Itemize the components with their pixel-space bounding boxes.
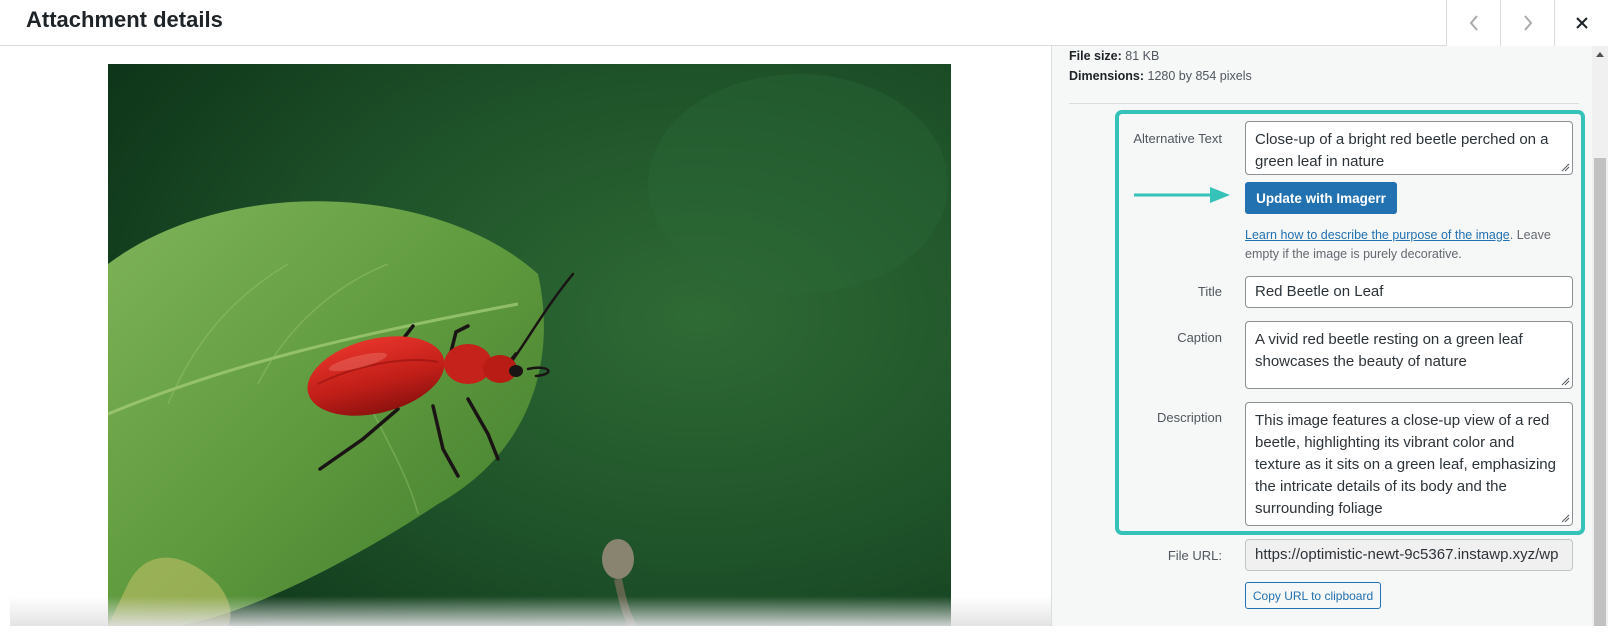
file-url-field[interactable]: https://optimistic-newt-9c5367.instawp.x…: [1245, 539, 1573, 571]
image-preview-pane: [10, 46, 1051, 626]
next-button[interactable]: [1500, 0, 1554, 46]
caption-value: A vivid red beetle resting on a green le…: [1255, 331, 1523, 370]
attachment-image: [108, 64, 951, 626]
chevron-left-icon: [1469, 15, 1478, 31]
resize-handle-icon[interactable]: [1561, 163, 1570, 172]
dimensions-value: 1280 by 854 pixels: [1147, 69, 1252, 83]
file-size-value: 81 KB: [1125, 49, 1160, 63]
resize-handle-icon[interactable]: [1561, 514, 1570, 523]
sidebar-scrollbar[interactable]: [1592, 46, 1608, 626]
resize-handle-icon[interactable]: [1561, 377, 1570, 386]
description-field[interactable]: This image features a close-up view of a…: [1245, 402, 1573, 526]
update-with-imagerr-button[interactable]: Update with Imagerr: [1245, 182, 1397, 214]
file-size-label: File size:: [1069, 49, 1122, 63]
section-divider: [1069, 103, 1579, 104]
alt-text-help: Learn how to describe the purpose of the…: [1245, 226, 1585, 264]
description-value: This image features a close-up view of a…: [1255, 412, 1556, 517]
scrollbar-thumb[interactable]: [1594, 158, 1606, 626]
modal-bottom-gap: [0, 626, 1608, 636]
alt-text-field[interactable]: Close-up of a bright red beetle perched …: [1245, 121, 1573, 175]
scroll-up-arrow-icon[interactable]: [1596, 52, 1604, 57]
dimensions-label: Dimensions:: [1069, 69, 1145, 83]
close-button[interactable]: [1554, 0, 1608, 46]
chevron-right-icon: [1523, 15, 1532, 31]
file-size-row: File size: 81 KB: [1069, 49, 1159, 63]
title-value: Red Beetle on Leaf: [1255, 283, 1384, 300]
alt-text-value: Close-up of a bright red beetle perched …: [1255, 131, 1549, 170]
title-field[interactable]: Red Beetle on Leaf: [1245, 276, 1573, 308]
caption-label: Caption: [1177, 330, 1222, 345]
description-label: Description: [1156, 410, 1222, 425]
copy-url-button[interactable]: Copy URL to clipboard: [1245, 582, 1381, 609]
previous-button[interactable]: [1446, 0, 1500, 46]
modal-header: Attachment details: [0, 0, 1608, 46]
title-label: Title: [1197, 284, 1222, 299]
file-url-label: File URL:: [1167, 548, 1222, 563]
caption-field[interactable]: A vivid red beetle resting on a green le…: [1245, 321, 1573, 389]
describe-image-link[interactable]: Learn how to describe the purpose of the…: [1245, 228, 1510, 242]
close-icon: [1575, 17, 1588, 29]
dimensions-row: Dimensions: 1280 by 854 pixels: [1069, 69, 1252, 83]
pointer-arrow-icon: [1134, 187, 1230, 203]
alt-text-label: Alternative Text: [1133, 131, 1222, 146]
file-url-value: https://optimistic-newt-9c5367.instawp.x…: [1255, 546, 1559, 563]
page-title: Attachment details: [26, 7, 223, 32]
